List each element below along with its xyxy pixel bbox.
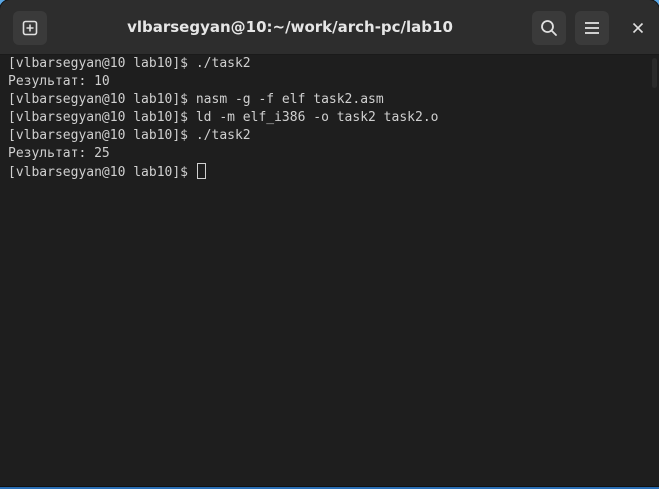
titlebar: vlbarsegyan@10:~/work/arch-pc/lab10 — [0, 0, 659, 55]
terminal-cursor — [196, 163, 206, 179]
terminal-line: [vlbarsegyan@10 lab10]$ nasm -g -f elf t… — [8, 92, 384, 107]
hamburger-menu-icon — [585, 22, 599, 34]
terminal-prompt-line: [vlbarsegyan@10 lab10]$ — [8, 163, 648, 181]
terminal-window: vlbarsegyan@10:~/work/arch-pc/lab10 [vlb… — [0, 0, 659, 486]
terminal-line: [vlbarsegyan@10 lab10]$ ./task2 — [8, 56, 251, 71]
close-icon — [632, 22, 644, 34]
terminal-line: [vlbarsegyan@10 lab10]$ ./task2 — [8, 128, 251, 143]
terminal-line: Результат: 25 — [8, 146, 110, 161]
terminal-prompt: [vlbarsegyan@10 lab10]$ — [8, 165, 196, 180]
new-tab-icon — [22, 20, 38, 36]
search-icon — [541, 20, 557, 36]
scrollbar-thumb[interactable] — [652, 58, 657, 88]
terminal-line: [vlbarsegyan@10 lab10]$ ld -m elf_i386 -… — [8, 110, 439, 125]
new-tab-button[interactable] — [13, 11, 47, 45]
search-button[interactable] — [532, 11, 566, 45]
window-title: vlbarsegyan@10:~/work/arch-pc/lab10 — [127, 18, 453, 36]
menu-button[interactable] — [575, 11, 609, 45]
terminal-line: Результат: 10 — [8, 74, 110, 89]
terminal-output[interactable]: [vlbarsegyan@10 lab10]$ ./task2 Результа… — [0, 55, 648, 486]
scrollbar-track[interactable] — [650, 55, 659, 486]
close-button[interactable] — [624, 14, 652, 42]
